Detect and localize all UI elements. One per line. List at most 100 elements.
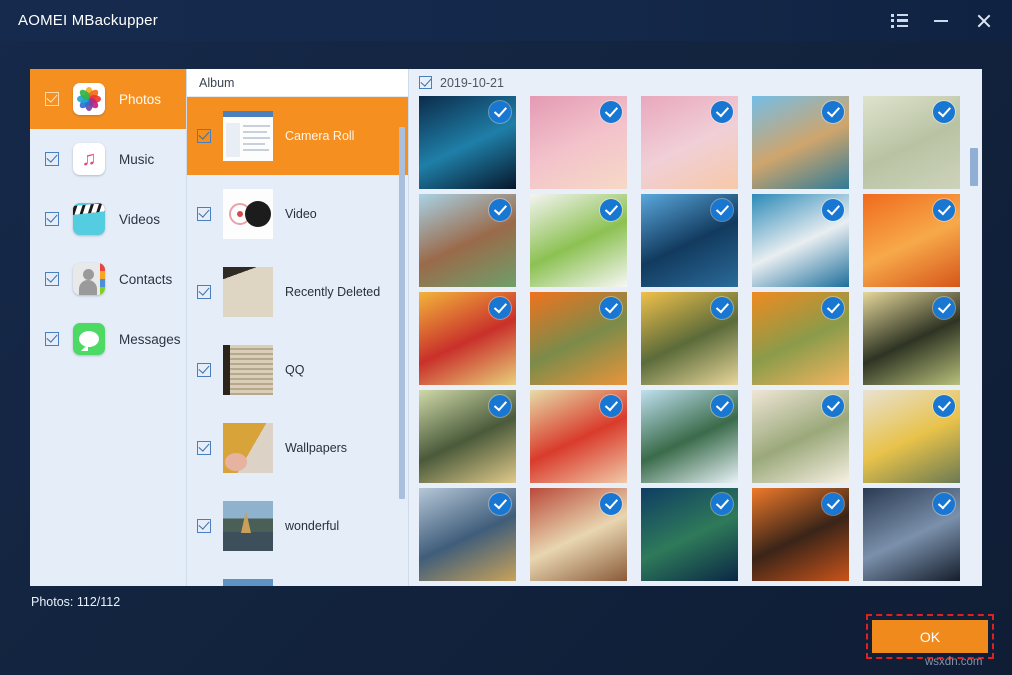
minimize-button[interactable] <box>920 0 962 41</box>
photo-selected-check-icon[interactable] <box>711 101 733 123</box>
sidebar-item-messages[interactable]: Messages <box>30 309 186 369</box>
photo-thumbnail[interactable] <box>863 96 960 189</box>
album-thumbnail <box>223 423 273 473</box>
album-item-wonderful[interactable]: wonderful <box>187 487 408 565</box>
photo-selected-check-icon[interactable] <box>822 395 844 417</box>
sidebar-item-contacts[interactable]: Contacts <box>30 249 186 309</box>
photo-selected-check-icon[interactable] <box>933 493 955 515</box>
photo-selected-check-icon[interactable] <box>933 101 955 123</box>
sidebar-item-label: Contacts <box>119 272 172 287</box>
photo-selected-check-icon[interactable] <box>600 101 622 123</box>
album-scrollbar-track[interactable] <box>400 97 407 586</box>
photo-thumbnail[interactable] <box>752 488 849 581</box>
photo-selected-check-icon[interactable] <box>489 101 511 123</box>
checkbox-date-group[interactable] <box>419 76 432 89</box>
photo-thumbnail[interactable] <box>641 390 738 483</box>
photo-thumbnail[interactable] <box>530 488 627 581</box>
photo-selected-check-icon[interactable] <box>489 199 511 221</box>
checkbox-messages[interactable] <box>45 332 59 346</box>
album-item-partial[interactable] <box>187 565 408 586</box>
checkbox-video[interactable] <box>197 207 211 221</box>
checkbox-photos[interactable] <box>45 92 59 106</box>
photo-selected-check-icon[interactable] <box>711 297 733 319</box>
checkbox-videos[interactable] <box>45 212 59 226</box>
photo-thumbnail[interactable] <box>863 194 960 287</box>
list-icon <box>891 14 908 28</box>
app-title: AOMEI MBackupper <box>18 12 158 29</box>
album-thumbnail <box>223 111 273 161</box>
photo-selected-check-icon[interactable] <box>489 297 511 319</box>
checkbox-music[interactable] <box>45 152 59 166</box>
checkbox-wallpapers[interactable] <box>197 441 211 455</box>
album-thumbnail <box>223 267 273 317</box>
date-group-header[interactable]: 2019-10-21 <box>409 69 982 96</box>
album-item-recently-deleted[interactable]: Recently Deleted <box>187 253 408 331</box>
category-sidebar: Photos ♫ Music Videos <box>30 69 187 586</box>
album-item-video[interactable]: Video <box>187 175 408 253</box>
photo-selected-check-icon[interactable] <box>711 395 733 417</box>
menu-list-button[interactable] <box>878 0 920 41</box>
photo-selected-check-icon[interactable] <box>933 297 955 319</box>
photo-selected-check-icon[interactable] <box>711 199 733 221</box>
album-item-camera-roll[interactable]: Camera Roll <box>187 97 408 175</box>
videos-icon <box>73 203 105 235</box>
photo-thumbnail[interactable] <box>419 96 516 189</box>
photo-thumbnail[interactable] <box>641 488 738 581</box>
photo-selected-check-icon[interactable] <box>933 199 955 221</box>
photo-thumbnail[interactable] <box>752 292 849 385</box>
album-scrollbar-thumb[interactable] <box>399 127 405 499</box>
photo-thumbnail[interactable] <box>419 488 516 581</box>
photo-thumbnail[interactable] <box>641 96 738 189</box>
photo-thumbnail[interactable] <box>530 194 627 287</box>
photo-selected-check-icon[interactable] <box>600 297 622 319</box>
sidebar-item-music[interactable]: ♫ Music <box>30 129 186 189</box>
sidebar-item-videos[interactable]: Videos <box>30 189 186 249</box>
photo-thumbnail[interactable] <box>419 390 516 483</box>
photo-selected-check-icon[interactable] <box>711 493 733 515</box>
photo-selected-check-icon[interactable] <box>489 493 511 515</box>
checkbox-contacts[interactable] <box>45 272 59 286</box>
sidebar-item-label: Videos <box>119 212 160 227</box>
photo-thumbnail[interactable] <box>752 194 849 287</box>
sidebar-item-photos[interactable]: Photos <box>30 69 186 129</box>
album-item-label: Camera Roll <box>285 129 354 143</box>
photo-selected-check-icon[interactable] <box>822 199 844 221</box>
album-item-qq[interactable]: QQ <box>187 331 408 409</box>
photo-grid-scrollbar-thumb[interactable] <box>970 148 978 186</box>
photo-thumbnail[interactable] <box>530 292 627 385</box>
photo-thumbnail[interactable] <box>863 390 960 483</box>
photo-thumbnail[interactable] <box>752 96 849 189</box>
album-thumbnail <box>223 579 273 586</box>
album-item-label: wonderful <box>285 519 339 533</box>
album-item-wallpapers[interactable]: Wallpapers <box>187 409 408 487</box>
photo-selected-check-icon[interactable] <box>489 395 511 417</box>
photo-selected-check-icon[interactable] <box>933 395 955 417</box>
close-button[interactable] <box>962 0 1004 41</box>
close-icon <box>976 13 991 28</box>
photos-icon <box>73 83 105 115</box>
photo-thumbnail[interactable] <box>530 390 627 483</box>
photo-thumbnail[interactable] <box>863 292 960 385</box>
photo-thumbnail[interactable] <box>530 96 627 189</box>
album-item-label: Wallpapers <box>285 441 347 455</box>
checkbox-qq[interactable] <box>197 363 211 377</box>
photo-thumbnail[interactable] <box>752 390 849 483</box>
checkbox-recently-deleted[interactable] <box>197 285 211 299</box>
photo-selected-check-icon[interactable] <box>600 199 622 221</box>
album-item-label: Recently Deleted <box>285 285 380 299</box>
photo-thumbnail[interactable] <box>419 292 516 385</box>
date-group-label: 2019-10-21 <box>440 76 504 90</box>
photo-thumbnail[interactable] <box>641 194 738 287</box>
photo-selected-check-icon[interactable] <box>822 101 844 123</box>
checkbox-wonderful[interactable] <box>197 519 211 533</box>
checkbox-camera-roll[interactable] <box>197 129 211 143</box>
ok-button[interactable]: OK <box>872 620 988 653</box>
photo-selected-check-icon[interactable] <box>600 493 622 515</box>
album-item-label: QQ <box>285 363 304 377</box>
photo-selected-check-icon[interactable] <box>822 493 844 515</box>
photo-selected-check-icon[interactable] <box>822 297 844 319</box>
photo-thumbnail[interactable] <box>641 292 738 385</box>
photo-thumbnail[interactable] <box>863 488 960 581</box>
photo-thumbnail[interactable] <box>419 194 516 287</box>
photo-selected-check-icon[interactable] <box>600 395 622 417</box>
